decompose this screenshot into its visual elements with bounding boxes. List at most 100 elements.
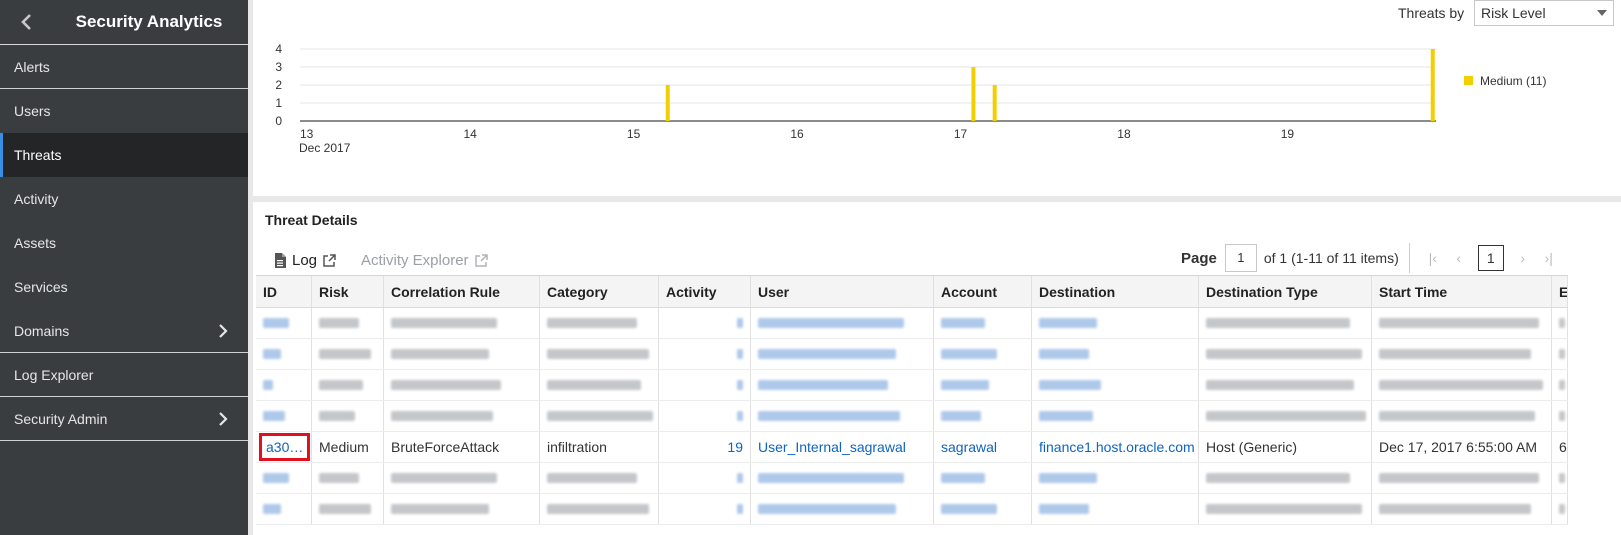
table-row[interactable] bbox=[256, 494, 1568, 525]
table-cell[interactable] bbox=[256, 494, 312, 524]
cell-destination[interactable]: finance1.host.oracle.com bbox=[1039, 439, 1195, 455]
table-cell[interactable]: sagrawal bbox=[934, 432, 1032, 462]
sidebar-item-threats[interactable]: Threats bbox=[0, 133, 248, 177]
column-header[interactable]: Destination Type bbox=[1199, 276, 1372, 307]
table-cell bbox=[540, 494, 659, 524]
log-button[interactable]: Log bbox=[274, 252, 336, 269]
table-cell[interactable]: finance1.host.oracle.com bbox=[1032, 432, 1199, 462]
redacted-value bbox=[263, 411, 285, 421]
table-cell[interactable]: a30… bbox=[256, 432, 312, 462]
table-cell[interactable] bbox=[256, 463, 312, 493]
table-cell[interactable] bbox=[256, 370, 312, 400]
back-arrow-icon[interactable] bbox=[16, 10, 36, 34]
redacted-value bbox=[941, 380, 989, 390]
column-header[interactable]: Risk bbox=[312, 276, 384, 307]
table-cell[interactable] bbox=[256, 308, 312, 338]
cell-end_fragment: 6 bbox=[1559, 439, 1567, 455]
bar bbox=[1430, 49, 1435, 121]
column-header[interactable]: Activity bbox=[659, 276, 751, 307]
table-cell bbox=[312, 494, 384, 524]
table-cell[interactable] bbox=[934, 370, 1032, 400]
table-cell[interactable] bbox=[751, 463, 934, 493]
table-cell[interactable] bbox=[1032, 370, 1199, 400]
sidebar-item-domains[interactable]: Domains bbox=[0, 309, 248, 353]
sidebar-item-security-admin[interactable]: Security Admin bbox=[0, 397, 248, 441]
table-row[interactable] bbox=[256, 463, 1568, 494]
table-cell[interactable] bbox=[751, 370, 934, 400]
table-cell[interactable] bbox=[1032, 494, 1199, 524]
next-page-icon[interactable]: › bbox=[1510, 250, 1536, 266]
redacted-value bbox=[1206, 318, 1350, 328]
table-row[interactable] bbox=[256, 308, 1568, 339]
redacted-value bbox=[1039, 411, 1093, 421]
column-header[interactable]: Start Time bbox=[1372, 276, 1552, 307]
table-cell[interactable] bbox=[751, 308, 934, 338]
table-cell[interactable] bbox=[934, 494, 1032, 524]
table-cell: Dec 17, 2017 6:55:00 AM bbox=[1372, 432, 1552, 462]
table-cell[interactable] bbox=[934, 463, 1032, 493]
table-cell[interactable] bbox=[934, 401, 1032, 431]
table-cell bbox=[384, 370, 540, 400]
table-cell[interactable] bbox=[659, 494, 751, 524]
table-cell bbox=[384, 308, 540, 338]
table-cell[interactable] bbox=[1032, 308, 1199, 338]
threats-by-select[interactable]: Risk Level bbox=[1474, 0, 1614, 26]
sidebar-item-activity[interactable]: Activity bbox=[0, 177, 248, 221]
table-cell bbox=[1552, 370, 1568, 400]
page-count-text: of 1 (1-11 of 11 items) bbox=[1263, 250, 1399, 266]
column-header[interactable]: E bbox=[1552, 276, 1568, 307]
table-row-selected[interactable]: a30… Medium BruteForceAttack infiltration 19… bbox=[256, 432, 1568, 463]
column-header[interactable]: Destination bbox=[1032, 276, 1199, 307]
table-cell bbox=[1372, 339, 1552, 369]
redacted-value bbox=[1559, 411, 1565, 421]
previous-page-icon[interactable]: ‹ bbox=[1446, 250, 1472, 266]
column-header[interactable]: ID bbox=[256, 276, 312, 307]
table-cell[interactable] bbox=[1032, 339, 1199, 369]
table-cell[interactable] bbox=[1032, 401, 1199, 431]
column-header[interactable]: Account bbox=[934, 276, 1032, 307]
table-cell[interactable] bbox=[659, 401, 751, 431]
table-cell[interactable] bbox=[1032, 463, 1199, 493]
redacted-value bbox=[1379, 318, 1539, 328]
page-button-current[interactable]: 1 bbox=[1477, 245, 1504, 271]
table-cell[interactable] bbox=[659, 463, 751, 493]
sidebar-nav: Alerts Users Threats Activity Assets Services… bbox=[0, 45, 248, 441]
table-cell[interactable] bbox=[934, 339, 1032, 369]
table-cell bbox=[1199, 370, 1372, 400]
main-content: 0 1 2 3 4 13 14 15 16 17 18 19 Dec 2017 Medium (11) T… bbox=[253, 0, 1621, 535]
sidebar-item-log-explorer[interactable]: Log Explorer bbox=[0, 353, 248, 397]
table-cell[interactable] bbox=[751, 339, 934, 369]
table-cell[interactable]: User_Internal_sagrawal bbox=[751, 432, 934, 462]
sidebar-item-assets[interactable]: Assets bbox=[0, 221, 248, 265]
table-cell[interactable] bbox=[751, 401, 934, 431]
pagination: Page 1 of 1 (1-11 of 11 items) |‹ ‹ 1 › … bbox=[1181, 243, 1562, 273]
table-cell[interactable] bbox=[256, 339, 312, 369]
cell-user[interactable]: User_Internal_sagrawal bbox=[758, 439, 906, 455]
table-row[interactable] bbox=[256, 370, 1568, 401]
table-cell[interactable] bbox=[659, 339, 751, 369]
cell-activity[interactable]: 19 bbox=[727, 439, 743, 455]
table-cell[interactable] bbox=[934, 308, 1032, 338]
table-cell[interactable] bbox=[256, 401, 312, 431]
column-header[interactable]: User bbox=[751, 276, 934, 307]
redacted-value bbox=[547, 504, 649, 514]
last-page-icon[interactable]: ›| bbox=[1536, 250, 1562, 266]
table-row[interactable] bbox=[256, 339, 1568, 370]
column-header[interactable]: Correlation Rule bbox=[384, 276, 540, 307]
activity-explorer-button[interactable]: Activity Explorer bbox=[361, 252, 488, 269]
table-cell bbox=[312, 308, 384, 338]
sidebar-item-alerts[interactable]: Alerts bbox=[0, 45, 248, 89]
sidebar-item-users[interactable]: Users bbox=[0, 89, 248, 133]
first-page-icon[interactable]: |‹ bbox=[1420, 250, 1446, 266]
sidebar-item-services[interactable]: Services bbox=[0, 265, 248, 309]
page-number-input[interactable]: 1 bbox=[1224, 244, 1257, 272]
table-cell[interactable] bbox=[659, 370, 751, 400]
redacted-value bbox=[319, 349, 371, 359]
table-cell[interactable] bbox=[751, 494, 934, 524]
cell-account[interactable]: sagrawal bbox=[941, 439, 997, 455]
table-cell[interactable] bbox=[659, 308, 751, 338]
column-header[interactable]: Category bbox=[540, 276, 659, 307]
table-row[interactable] bbox=[256, 401, 1568, 432]
table-cell[interactable]: 19 bbox=[659, 432, 751, 462]
threat-id-link[interactable]: a30… bbox=[259, 433, 311, 461]
